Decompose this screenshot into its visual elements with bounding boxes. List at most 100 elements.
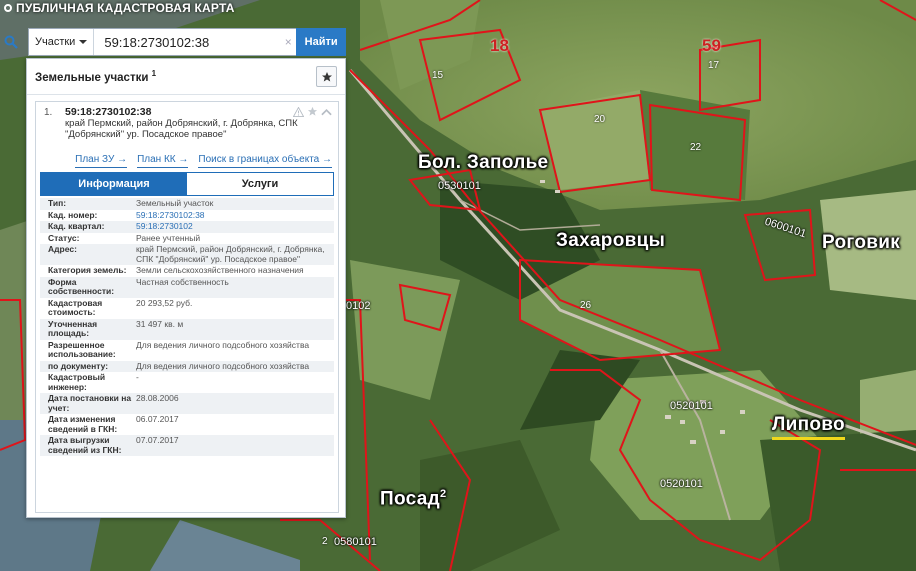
property-key: Статус: [48,232,80,243]
property-row: Кадастровый инженер: - [40,372,334,393]
parcel-number: 2 [322,536,328,547]
property-row: Кад. квартал: 59:18:2730102 [40,221,334,233]
property-key: Категория земель: [48,265,127,275]
search-type-select[interactable]: Участки [29,29,95,55]
property-value: Частная собственность [136,276,229,287]
search-box: Участки × Найти [28,28,346,56]
property-key: Уточненная площадь: [48,318,98,338]
property-value: 20 293,52 руб. [136,297,193,308]
panel-title-text: Земельные участки [35,71,149,84]
tab-services[interactable]: Услуги [187,173,333,195]
block-label: 0520101 [660,478,703,490]
property-row: Тип: Земельный участок [40,198,334,210]
warning-icon[interactable] [293,106,304,117]
property-value: - [136,372,139,382]
property-key: Кад. квартал: [48,221,105,231]
parcel-number: 15 [432,70,444,81]
tab-info[interactable]: Информация [41,173,187,195]
property-row: Категория земель: Земли сельскохозяйствен… [40,265,334,277]
property-value: край Пермский, район Добрянский, г. Добр… [136,244,325,264]
property-row: по документу: Для ведения личного подсобн… [40,360,334,372]
property-row: Уточненная площадь: 31 497 кв. м [40,318,334,340]
property-row: Кад. номер: 59:18:2730102:38 [40,209,334,221]
property-row: Разрешенное использование: Для ведения ли… [40,339,334,361]
property-row: Дата изменения сведений в ГКН: 06.07.2017 [40,414,334,435]
app-title: ПУБЛИЧНАЯ КАДАСТРОВАЯ КАРТА [16,1,235,15]
result-card-header: 1. 59:18:2730102:38 край Пермский, район… [36,102,338,154]
property-value: 28.08.2006 [136,393,179,403]
result-index: 1. [44,107,53,118]
result-links: План ЗУ → План КК → Поиск в границах объ… [36,154,338,168]
search-button[interactable]: Найти [296,28,346,56]
parcel-number: 22 [690,142,702,153]
app-header: ПУБЛИЧНАЯ КАДАСТРОВАЯ КАРТА [0,0,235,16]
property-key: по документу: [48,360,109,371]
result-address: край Пермский, район Добрянский, г. Добр… [65,118,298,140]
parcel-number: 20 [594,114,606,125]
result-tabs: Информация Услуги [40,172,334,196]
property-row: Форма собственности: Частная собственност… [40,276,334,298]
star-outline-icon[interactable] [307,106,318,117]
property-key: Кадастровая стоимость: [48,297,103,317]
place-label-posad-name: Посад [380,488,440,510]
place-label-bol-zapolye: Бол. Заполье [418,152,549,173]
quarter-number: 18 [490,36,509,55]
result-count: 1 [151,69,157,79]
place-label-posad: Посад2 [380,488,446,510]
property-row: Дата постановки на учет: 28.08.2006 [40,393,334,414]
panel-title: Земельные участки 1 [35,69,156,84]
parcel-number: 26 [580,300,592,311]
property-value[interactable]: 59:18:2730102:38 [136,210,334,221]
property-key: Дата постановки на учет: [48,393,132,413]
block-label: 0530101 [438,180,481,192]
logo-icon [4,4,12,12]
favorites-button[interactable] [316,66,337,87]
star-icon [321,71,332,81]
block-label: 0580101 [334,536,377,548]
property-value: 31 497 кв. м [136,318,184,329]
property-value: Для ведения личного подсобного хозяйства [136,360,310,371]
quarter-number: 59 [702,36,721,55]
result-card: 1. 59:18:2730102:38 край Пермский, район… [35,101,339,513]
block-label: 0520101 [670,400,713,412]
clear-icon[interactable]: × [280,35,296,49]
property-key: Адрес: [48,244,77,254]
result-cadastral-number[interactable]: 59:18:2730102:38 [65,106,332,118]
search-bar: Участки × Найти [0,28,346,56]
results-panel: Земельные участки 1 1. 59:18:2730102:38 … [26,58,346,518]
parcel-number: 17 [708,60,720,71]
block-label: 0102 [346,300,371,312]
link-plan-zu[interactable]: План ЗУ → [75,154,128,168]
chevron-down-icon [79,40,88,44]
property-value: Для ведения личного подсобного хозяйства [136,339,310,350]
property-row: Статус: Ранее учтенный [40,232,334,244]
property-key: Разрешенное использование: [48,339,116,359]
search-icon[interactable] [0,28,22,56]
property-key: Форма собственности: [48,276,115,296]
properties-table: Тип: Земельный участок Кад. номер: 59:18:27… [40,198,334,456]
chevron-up-icon[interactable] [321,108,332,116]
property-key: Дата выгрузки сведений из ГКН: [48,435,122,455]
property-value: Земли сельскохозяйственного назначения [136,265,304,275]
property-key: Кадастровый инженер: [48,372,106,392]
property-value: 06.07.2017 [136,414,179,424]
property-row: Адрес: край Пермский, район Добрянский, г… [40,244,334,265]
property-value: Ранее учтенный [136,232,201,243]
link-search-in-bounds[interactable]: Поиск в границах объекта → [198,154,332,168]
property-key: Кад. номер: [48,209,98,220]
property-value: 07.07.2017 [136,435,179,445]
place-label-zakharovtsy: Захаровцы [556,230,666,251]
place-label-lipovo: Липово [772,414,845,440]
property-value: Земельный участок [136,198,214,208]
property-value[interactable]: 59:18:2730102 [136,221,334,232]
property-key: Дата изменения сведений в ГКН: [48,414,118,434]
property-key: Тип: [48,198,67,208]
link-plan-kk[interactable]: План КК → [137,154,189,168]
result-actions [293,106,332,117]
panel-header: Земельные участки 1 [27,59,345,95]
place-label-posad-sup: 2 [439,488,447,500]
property-row: Дата выгрузки сведений из ГКН: 07.07.2017 [40,435,334,456]
property-row: Кадастровая стоимость: 20 293,52 руб. [40,297,334,319]
search-input[interactable] [94,29,281,55]
search-type-label: Участки [35,36,76,48]
